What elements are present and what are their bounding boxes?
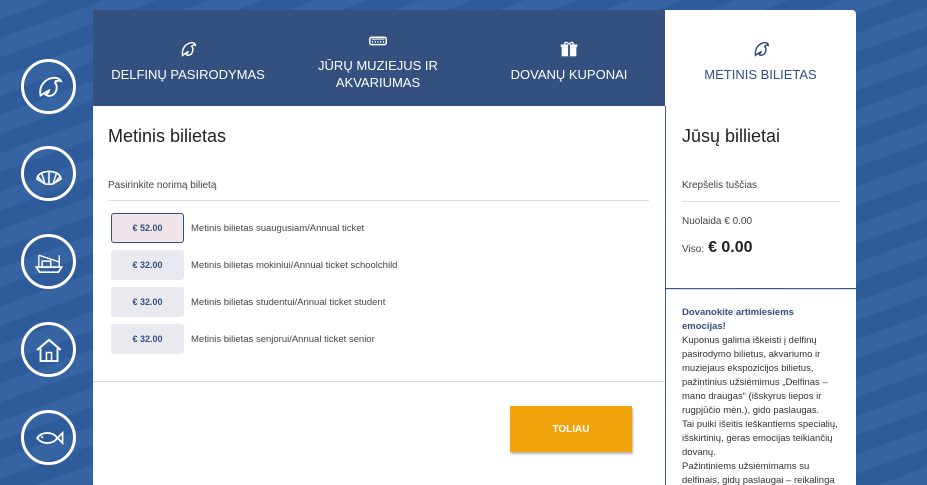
sidebar-boat-button[interactable] [21,234,76,289]
promo-text: Kuponus galima iškeisti į delfinų pasiro… [682,335,828,416]
cart-total: Viso: € 0.00 [682,239,753,257]
tab-museum-aquarium[interactable]: JŪRŲ MUZIEJUS IR AKVARIUMAS [283,10,473,106]
cart-title: Jūsų billietai [682,126,781,146]
cart-discount: Nuolaida € 0.00 [682,216,753,227]
shell-icon [35,170,62,185]
tab-gift-vouchers[interactable]: DOVANŲ KUPONAI [473,10,665,106]
ticket-price-button[interactable]: € 32.00 [111,324,184,354]
dolphin-icon [750,34,772,60]
ticket-selection-panel: Metinis bilietas Pasirinkite norimą bili… [93,106,665,485]
ticket-price-button[interactable]: € 32.00 [111,287,184,317]
tab-label: JŪRŲ MUZIEJUS IR AKVARIUMAS [318,58,438,90]
fish-icon [35,430,63,445]
choose-ticket-label: Pasirinkite norimą bilietą [108,180,217,191]
cart-panel: Jūsų billietai Krepšelis tuščias Nuolaid… [666,106,856,288]
ticket-label: Metinis bilietas suaugusiam/Annual ticke… [191,222,365,234]
boat-icon [34,254,63,273]
cart-total-label: Viso: [682,244,705,255]
tab-label: METINIS BILIETAS [704,66,817,82]
tab-dolphin-show[interactable]: DELFINŲ PASIRODYMAS [93,10,283,106]
promo-text: Pažintiniems užsiėmimams su delfinais, g… [682,461,835,485]
sidebar-shell-button[interactable] [21,146,76,201]
sidebar-dolphin-button[interactable] [21,59,76,114]
tab-label: DELFINŲ PASIRODYMAS [111,66,265,82]
ticket-row: € 52.00 Metinis bilietas suaugusiam/Annu… [111,213,364,243]
divider [108,200,649,201]
divider [682,201,840,202]
category-tabs: DELFINŲ PASIRODYMAS JŪRŲ MUZIEJUS IR AKV… [93,10,856,106]
museum-icon [367,25,389,51]
sidebar-house-button[interactable] [21,322,76,377]
dolphin-icon [177,34,199,60]
gift-promo-panel: Dovanokite artimiesiems emocijas! Kuponu… [666,289,856,485]
tab-annual-ticket[interactable]: METINIS BILIETAS [665,10,856,106]
ticket-label: Metinis bilietas mokiniui/Annual ticket … [191,259,398,271]
ticket-row: € 32.00 Metinis bilietas studentui/Annua… [111,287,385,317]
ticket-row: € 32.00 Metinis bilietas mokiniui/Annual… [111,250,397,280]
gift-icon [558,34,580,60]
sidebar-fish-button[interactable] [21,410,76,465]
ticket-price-button[interactable]: € 52.00 [111,213,184,243]
tab-label: DOVANŲ KUPONAI [510,66,628,82]
cart-empty-text: Krepšelis tuščias [682,180,758,191]
ticket-label: Metinis bilietas studentui/Annual ticket… [191,296,386,308]
divider [93,381,665,382]
promo-title: Dovanokite artimiesiems emocijas! [682,307,794,332]
page-title: Metinis bilietas [108,126,227,146]
ticket-row: € 32.00 Metinis bilietas senjorui/Annual… [111,324,375,354]
promo-text: Tai puiki išeitis ieškantiems specialių,… [682,419,838,458]
cart-total-amount: € 0.00 [708,239,753,256]
ticket-label: Metinis bilietas senjorui/Annual ticket … [191,333,375,345]
house-icon [35,337,62,362]
ticket-price-button[interactable]: € 32.00 [111,250,184,280]
next-button[interactable]: TOLIAU [510,406,632,452]
dolphin-icon [38,76,63,97]
